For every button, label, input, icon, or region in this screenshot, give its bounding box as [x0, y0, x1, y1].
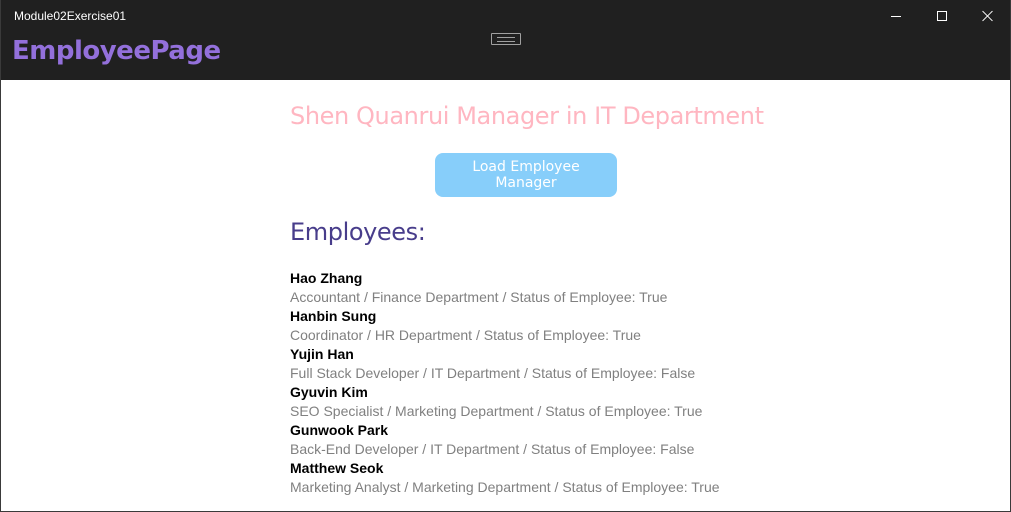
toolbar-handle-icon[interactable] — [491, 33, 521, 45]
employee-name: Yujin Han — [290, 346, 354, 362]
list-item[interactable]: Gunwook Park Back-End Developer / IT Dep… — [290, 421, 810, 459]
employee-detail: Accountant / Finance Department / Status… — [290, 289, 668, 305]
load-employee-manager-button[interactable]: Load Employee Manager — [435, 153, 617, 197]
employee-detail: Full Stack Developer / IT Department / S… — [290, 365, 696, 381]
title-bar[interactable]: Module02Exercise01 EmployeePage — [1, 0, 1010, 80]
employee-name: Hanbin Sung — [290, 308, 377, 324]
minimize-button[interactable] — [873, 0, 919, 32]
list-item[interactable]: Hanbin Sung Coordinator / HR Department … — [290, 307, 810, 345]
list-item[interactable]: Gyuvin Kim SEO Specialist / Marketing De… — [290, 383, 810, 421]
employee-detail: Coordinator / HR Department / Status of … — [290, 327, 641, 343]
employee-detail: Marketing Analyst / Marketing Department… — [290, 479, 720, 495]
maximize-button[interactable] — [919, 0, 965, 32]
employee-name: Matthew Seok — [290, 460, 384, 476]
close-button[interactable] — [965, 0, 1010, 32]
window-title: Module02Exercise01 — [14, 9, 127, 23]
list-item[interactable]: Hao Zhang Accountant / Finance Departmen… — [290, 269, 810, 307]
minimize-icon — [891, 15, 901, 17]
list-item[interactable]: Matthew Seok Marketing Analyst / Marketi… — [290, 459, 810, 497]
employee-name: Gunwook Park — [290, 422, 389, 438]
employee-name: Gyuvin Kim — [290, 384, 368, 400]
employee-detail: Back-End Developer / IT Department / Sta… — [290, 441, 695, 457]
employee-name: Hao Zhang — [290, 270, 363, 286]
app-window: Module02Exercise01 EmployeePage Shen Qua… — [0, 0, 1011, 512]
employee-list: Hao Zhang Accountant / Finance Departmen… — [290, 269, 810, 497]
maximize-icon — [937, 11, 947, 21]
page-title: EmployeePage — [12, 36, 221, 66]
list-item[interactable]: Yujin Han Full Stack Developer / IT Depa… — [290, 345, 810, 383]
employee-detail: SEO Specialist / Marketing Department / … — [290, 403, 703, 419]
employees-heading: Employees: — [290, 218, 426, 246]
manager-heading: Shen Quanrui Manager in IT Department — [290, 102, 764, 130]
close-icon — [982, 10, 994, 22]
